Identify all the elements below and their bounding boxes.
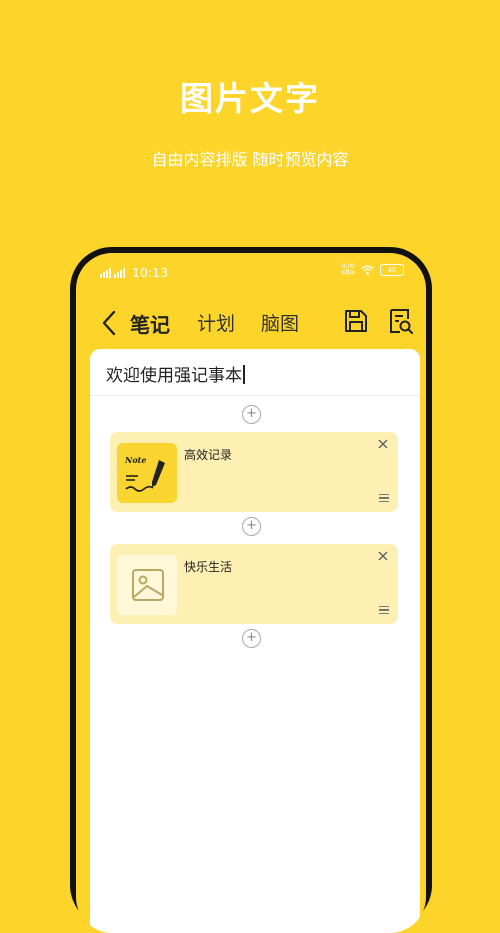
drag-handle-icon[interactable] xyxy=(379,606,389,615)
status-bar: 10:13 0.00 KB/s 30 xyxy=(76,253,426,287)
note-title-text: 欢迎使用强记事本 xyxy=(106,366,242,386)
signal-icon xyxy=(100,267,111,278)
battery-icon: 30 xyxy=(380,264,404,276)
phone-frame: 10:13 0.00 KB/s 30 笔记 计划 脑图 欢迎使用强记事本 + N… xyxy=(70,247,432,933)
status-right: 0.00 KB/s 30 xyxy=(342,264,404,276)
toolbar: 笔记 计划 脑图 xyxy=(76,303,426,343)
text-caret xyxy=(243,365,245,384)
status-time: 10:13 xyxy=(132,265,169,280)
net-speed: 0.00 KB/s xyxy=(342,264,355,276)
promo-subline: 自由内容排版 随时预览内容 xyxy=(151,150,349,169)
block-label: 高效记录 xyxy=(184,448,233,462)
tab-plan[interactable]: 计划 xyxy=(197,309,235,336)
close-icon[interactable] xyxy=(377,550,389,562)
note-thumbnail: Note xyxy=(124,455,165,492)
phone-screen: 10:13 0.00 KB/s 30 笔记 计划 脑图 欢迎使用强记事本 + N… xyxy=(76,253,426,933)
add-block-button[interactable]: + xyxy=(242,629,261,648)
close-icon[interactable] xyxy=(377,438,389,450)
thumb-text: Note xyxy=(124,455,146,465)
image-thumbnail xyxy=(132,569,164,601)
net-speed-unit: KB/s xyxy=(341,269,355,276)
add-block-button[interactable]: + xyxy=(242,517,261,536)
back-icon[interactable] xyxy=(98,309,122,337)
editor-card: 欢迎使用强记事本 + Note 高效记录 + 快乐生活 + xyxy=(90,349,420,933)
tab-mindmap[interactable]: 脑图 xyxy=(261,309,299,336)
block-label: 快乐生活 xyxy=(184,560,233,574)
note-title-field[interactable]: 欢迎使用强记事本 xyxy=(106,361,245,386)
content-block-2[interactable]: 快乐生活 xyxy=(110,544,398,624)
promo-headline: 图片文字 xyxy=(180,79,320,118)
note-pencil-icon: Note xyxy=(117,443,177,503)
wifi-icon xyxy=(361,265,374,275)
content-block-1[interactable]: Note 高效记录 xyxy=(110,432,398,512)
save-icon[interactable] xyxy=(342,307,370,335)
preview-icon[interactable] xyxy=(386,307,414,335)
image-placeholder-icon xyxy=(117,555,177,615)
add-block-button[interactable]: + xyxy=(242,405,261,424)
title-divider xyxy=(90,395,420,396)
signal-icon xyxy=(114,267,125,278)
status-left: 10:13 xyxy=(100,265,168,280)
tab-notes[interactable]: 笔记 xyxy=(130,309,170,338)
drag-handle-icon[interactable] xyxy=(379,494,389,503)
